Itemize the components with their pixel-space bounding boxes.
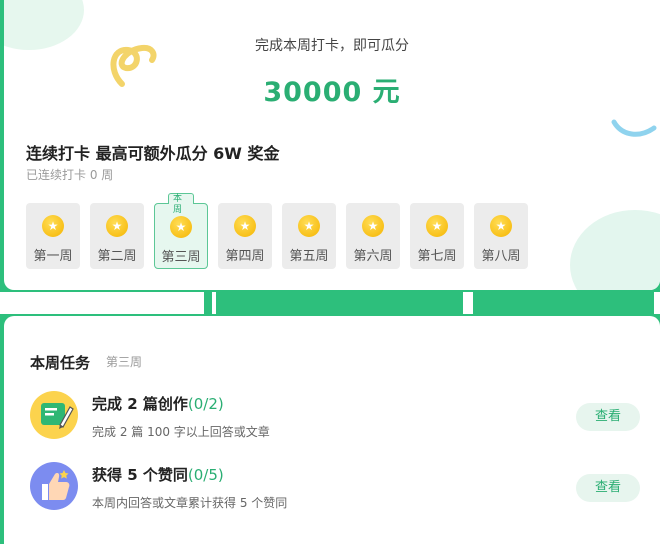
- week-tile: ★ 第五周: [282, 203, 336, 269]
- task-item: 获得 5 个赞同(0/5) 本周内回答或文章累计获得 5 个赞同 查看: [30, 462, 650, 518]
- star-coin-icon: ★: [42, 215, 64, 237]
- divider-strip: [654, 292, 660, 314]
- thumbs-up-icon: [30, 462, 78, 510]
- star-coin-icon: ★: [170, 216, 192, 238]
- view-task-button[interactable]: 查看: [576, 403, 640, 431]
- reward-amount: 30000 元: [263, 77, 401, 108]
- star-coin-icon: ★: [490, 215, 512, 237]
- star-coin-icon: ★: [362, 215, 384, 237]
- decorative-arc-icon: [611, 119, 657, 137]
- document-pencil-icon: [30, 391, 78, 439]
- star-coin-icon: ★: [298, 215, 320, 237]
- week-label: 第六周: [353, 249, 393, 264]
- divider-strip: [463, 292, 473, 314]
- week-label: 第二周: [97, 249, 137, 264]
- view-task-button[interactable]: 查看: [576, 474, 640, 502]
- week-label: 第七周: [417, 249, 457, 264]
- streak-status: 已连续打卡 0 周: [26, 168, 114, 182]
- task-name: 获得 5 个赞同(0/5): [92, 464, 224, 485]
- week-label: 第三周: [161, 250, 201, 265]
- week-tile: ★ 第四周: [218, 203, 272, 269]
- week-tile: 本周 ★ 第三周: [154, 193, 208, 269]
- task-item: 完成 2 篇创作(0/2) 完成 2 篇 100 字以上回答或文章 查看: [30, 391, 650, 447]
- streak-title: 连续打卡 最高可额外瓜分 6W 奖金: [26, 144, 280, 163]
- week-tile: ★ 第一周: [26, 203, 80, 269]
- divider-strip: [212, 292, 216, 314]
- tasks-week-label: 第三周: [106, 355, 143, 369]
- week-label: 第四周: [225, 249, 265, 264]
- star-coin-icon: ★: [426, 215, 448, 237]
- week-label: 第八周: [481, 249, 521, 264]
- week-tile: ★ 第七周: [410, 203, 464, 269]
- reward-card: 完成本周打卡，即可瓜分 30000 元 连续打卡 最高可额外瓜分 6W 奖金 已…: [4, 0, 660, 290]
- week-tile: ★ 第二周: [90, 203, 144, 269]
- task-progress: (0/2): [187, 395, 224, 413]
- task-name: 完成 2 篇创作(0/2): [92, 393, 224, 414]
- week-list: ★ 第一周 ★ 第二周 本周 ★ 第三周 ★ 第四周 ★ 第五周 ★ 第六周 ★ 第七周 ★ 第八周: [26, 193, 528, 269]
- decorative-blob: [570, 210, 660, 290]
- current-week-tag: 本周: [168, 193, 194, 215]
- week-tile: ★ 第八周: [474, 203, 528, 269]
- star-coin-icon: ★: [234, 215, 256, 237]
- tasks-card: 本周任务 第三周 完成 2 篇创作(0/2) 完成 2 篇 100 字以上回答或…: [4, 316, 660, 544]
- reward-subtitle: 完成本周打卡，即可瓜分: [255, 38, 409, 54]
- task-progress: (0/5): [187, 466, 224, 484]
- task-description: 本周内回答或文章累计获得 5 个赞同: [92, 496, 288, 510]
- task-description: 完成 2 篇 100 字以上回答或文章: [92, 425, 270, 439]
- tasks-title: 本周任务: [30, 354, 91, 372]
- task-title: 获得 5 个赞同: [92, 466, 188, 484]
- divider-strip: [0, 292, 204, 314]
- week-tile: ★ 第六周: [346, 203, 400, 269]
- week-label: 第五周: [289, 249, 329, 264]
- star-coin-icon: ★: [106, 215, 128, 237]
- week-label: 第一周: [33, 249, 73, 264]
- task-title: 完成 2 篇创作: [92, 395, 188, 413]
